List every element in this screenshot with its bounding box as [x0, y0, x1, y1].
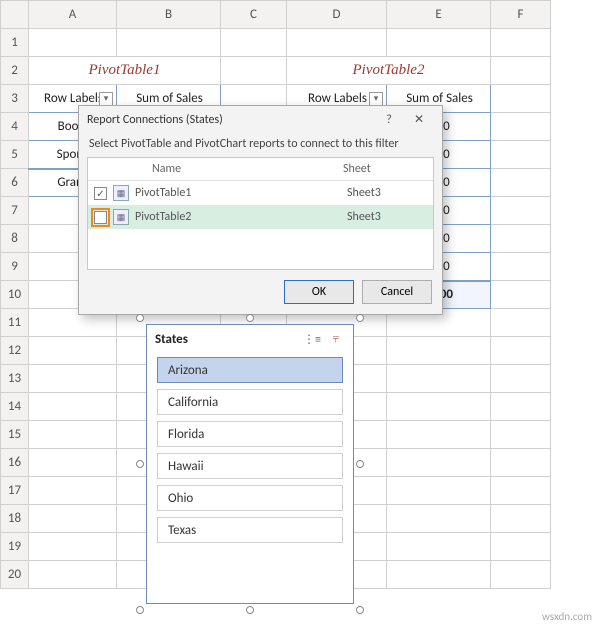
row-header[interactable]: 9: [1, 253, 29, 281]
row-header[interactable]: 12: [1, 337, 29, 365]
multiselect-icon[interactable]: ⋮≡: [303, 331, 321, 347]
row-header[interactable]: 3: [1, 85, 29, 113]
pivot2-title: PivotTable2: [287, 57, 491, 85]
corner-cell[interactable]: [1, 1, 29, 29]
connection-name: PivotTable2: [135, 210, 341, 224]
slicer-item[interactable]: Arizona: [157, 357, 343, 383]
row-header[interactable]: 6: [1, 169, 29, 197]
col-header[interactable]: E: [387, 1, 491, 29]
connections-list: Name Sheet ✓ ▦ PivotTable1 Sheet3 ▦ Pivo…: [87, 157, 434, 270]
pivot1-title: PivotTable1: [29, 57, 221, 85]
pivottable-icon: ▦: [113, 185, 129, 201]
col-header[interactable]: D: [287, 1, 387, 29]
slicer-item[interactable]: Ohio: [157, 485, 343, 511]
pivottable-icon: ▦: [113, 209, 129, 225]
watermark: wsxdn.com: [542, 610, 592, 623]
row-header[interactable]: 4: [1, 113, 29, 141]
slicer-item[interactable]: California: [157, 389, 343, 415]
col-header[interactable]: C: [221, 1, 287, 29]
row-header[interactable]: 19: [1, 533, 29, 561]
dropdown-icon[interactable]: ▾: [99, 92, 113, 106]
clear-filter-icon[interactable]: ⫧: [327, 331, 345, 347]
connection-sheet: Sheet3: [347, 210, 427, 224]
row-header[interactable]: 11: [1, 309, 29, 337]
slicer-item[interactable]: Florida: [157, 421, 343, 447]
row-header[interactable]: 18: [1, 505, 29, 533]
checkbox-icon[interactable]: ✓: [94, 187, 107, 200]
slicer-item[interactable]: Texas: [157, 517, 343, 543]
states-slicer[interactable]: States ⋮≡ ⫧ Arizona California Florida H…: [146, 324, 354, 604]
col-header[interactable]: A: [29, 1, 117, 29]
connection-sheet: Sheet3: [347, 186, 427, 200]
header-label: Row Labels: [44, 91, 103, 106]
ok-button[interactable]: OK: [284, 280, 354, 304]
dropdown-icon[interactable]: ▾: [369, 92, 383, 106]
help-button[interactable]: ?: [374, 113, 404, 127]
dialog-subtitle: Select PivotTable and PivotChart reports…: [79, 133, 442, 157]
close-button[interactable]: ✕: [404, 112, 434, 127]
row-header[interactable]: 1: [1, 29, 29, 57]
slicer-title: States: [155, 332, 297, 347]
checkbox-icon[interactable]: [94, 211, 107, 224]
row-header[interactable]: 10: [1, 281, 29, 309]
dialog-title: Report Connections (States): [87, 113, 223, 127]
row-header[interactable]: 17: [1, 477, 29, 505]
connection-row[interactable]: ▦ PivotTable2 Sheet3: [88, 205, 433, 229]
connection-name: PivotTable1: [135, 186, 341, 200]
report-connections-dialog[interactable]: Report Connections (States) ? ✕ Select P…: [78, 105, 443, 315]
header-label: Row Labels: [308, 91, 367, 106]
list-header-sheet: Sheet: [343, 162, 433, 176]
slicer-selection[interactable]: States ⋮≡ ⫧ Arizona California Florida H…: [140, 318, 360, 610]
row-header[interactable]: 20: [1, 561, 29, 589]
col-header[interactable]: B: [117, 1, 221, 29]
connection-row[interactable]: ✓ ▦ PivotTable1 Sheet3: [88, 181, 433, 205]
row-header[interactable]: 14: [1, 393, 29, 421]
row-header[interactable]: 16: [1, 449, 29, 477]
list-header-name: Name: [148, 162, 343, 176]
row-header[interactable]: 5: [1, 141, 29, 169]
row-header[interactable]: 15: [1, 421, 29, 449]
row-header[interactable]: 2: [1, 57, 29, 85]
row-header[interactable]: 8: [1, 225, 29, 253]
row-header[interactable]: 13: [1, 365, 29, 393]
col-header[interactable]: F: [491, 1, 551, 29]
slicer-item[interactable]: Hawaii: [157, 453, 343, 479]
cancel-button[interactable]: Cancel: [362, 280, 432, 304]
row-header[interactable]: 7: [1, 197, 29, 225]
